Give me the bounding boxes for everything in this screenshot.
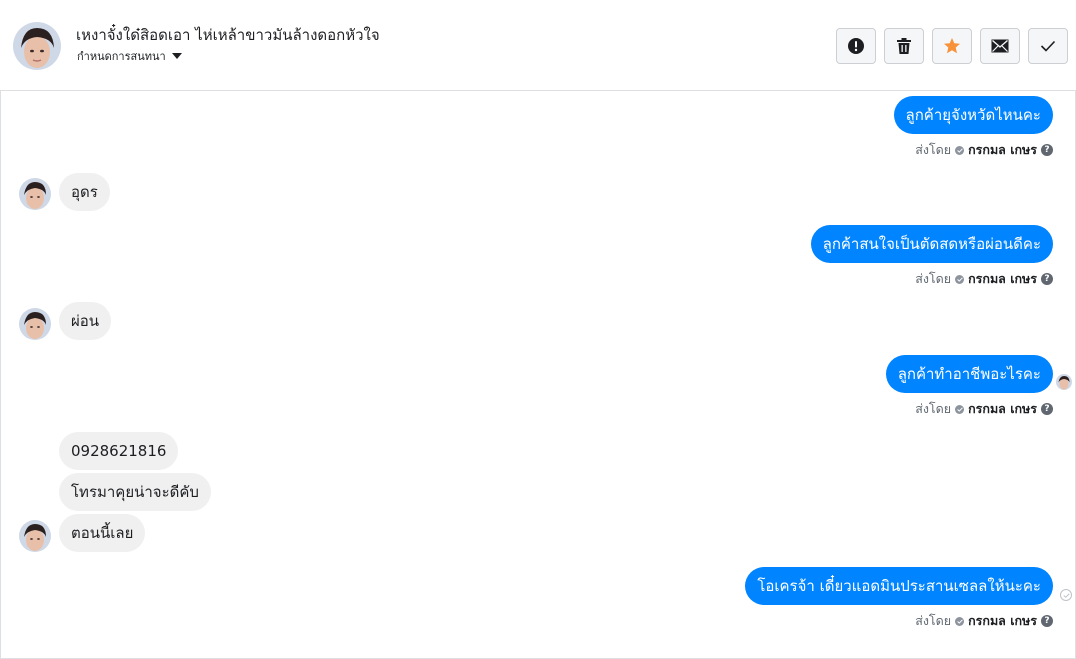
contact-avatar-small [19,520,51,552]
help-icon[interactable]: ? [1041,273,1053,285]
sent-by-info: ส่งโดย กรกมล เกษร ? [915,140,1053,160]
conversation-schedule-dropdown[interactable]: กำหนดการสนทนา [77,47,182,65]
verified-icon [955,274,965,284]
sent-by-label: ส่งโดย [915,401,952,416]
conversation-header: เหงาจั๋งใด๋สิอดเอา ไห่เหล้าขาวมันล้างดอก… [0,0,1076,91]
delete-button[interactable] [884,28,924,64]
verified-icon [955,616,965,626]
star-button[interactable] [932,28,972,64]
mark-spam-button[interactable] [836,28,876,64]
help-icon[interactable]: ? [1041,615,1053,627]
incoming-message[interactable]: 0928621816 [59,432,179,470]
trash-icon [897,38,911,54]
message-thread[interactable]: ลูกค้ายุจังหวัดไหนคะ ส่งโดย กรกมล เกษร ?… [0,91,1076,659]
help-icon[interactable]: ? [1041,144,1053,156]
sent-by-label: ส่งโดย [915,142,952,157]
exclamation-icon [848,38,864,54]
agent-name: กรกมล เกษร [968,142,1037,157]
sent-by-info: ส่งโดย กรกมล เกษร ? [915,269,1053,289]
contact-avatar-small [19,308,51,340]
outgoing-message[interactable]: โอเครจ้า เดี๋ยวแอดมินประสานเซลลให้นะคะ [745,567,1053,605]
help-icon[interactable]: ? [1041,403,1053,415]
outgoing-message[interactable]: ลูกค้าทำอาชีพอะไรคะ [885,355,1053,393]
outgoing-message[interactable]: ลูกค้ายุจังหวัดไหนคะ [893,96,1053,134]
outgoing-message[interactable]: ลูกค้าสนใจเป็นตัดสดหรือผ่อนดีคะ [810,225,1053,263]
incoming-message[interactable]: อุดร [59,173,110,211]
sent-by-info: ส่งโดย กรกมล เกษร ? [915,611,1053,631]
contact-avatar[interactable] [13,22,61,70]
verified-icon [955,145,965,155]
agent-name: กรกมล เกษร [968,401,1037,416]
mark-done-button[interactable] [1028,28,1068,64]
envelope-icon [991,39,1009,53]
incoming-message[interactable]: โทรมาคุยน่าจะดีคับ [59,473,211,511]
incoming-message[interactable]: ผ่อน [59,302,112,340]
sent-by-info: ส่งโดย กรกมล เกษร ? [915,399,1053,419]
conversation-schedule-label: กำหนดการสนทนา [77,50,166,63]
mark-unread-button[interactable] [980,28,1020,64]
caret-down-icon [171,53,182,59]
agent-name: กรกมล เกษร [968,613,1037,628]
contact-avatar-small [19,178,51,210]
star-icon [944,38,960,54]
sent-by-label: ส่งโดย [915,613,952,628]
contact-name: เหงาจั๋งใด๋สิอดเอา ไห่เหล้าขาวมันล้างดอก… [76,26,380,44]
header-actions [836,28,1068,64]
checkmark-icon [1040,40,1056,52]
seen-by-avatar [1056,374,1072,390]
verified-icon [955,404,965,414]
incoming-message[interactable]: ตอนนี้เลย [59,514,146,552]
delivered-icon [1060,589,1072,601]
agent-name: กรกมล เกษร [968,271,1037,286]
sent-by-label: ส่งโดย [915,271,952,286]
